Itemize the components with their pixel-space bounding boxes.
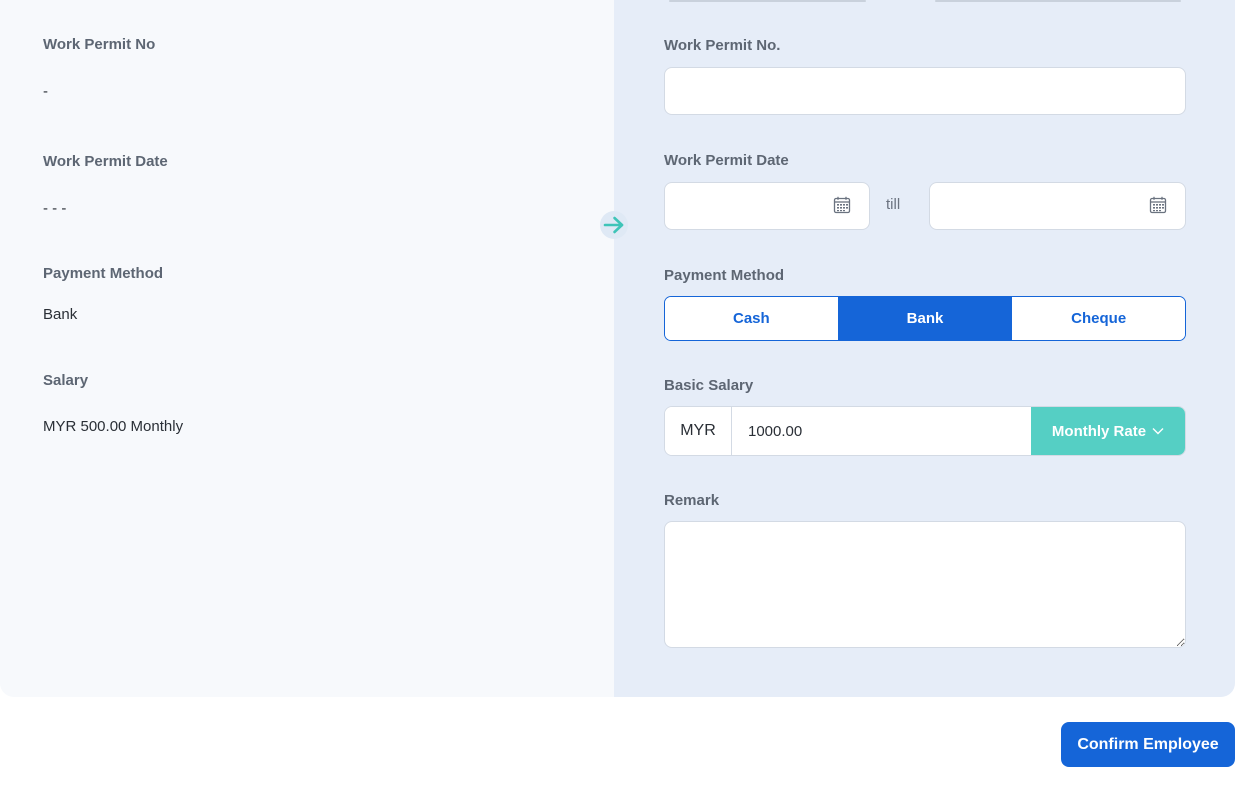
current-details-pane: Work Permit No - Work Permit Date - - - … (0, 0, 614, 697)
comparison-card: Work Permit No - Work Permit Date - - - … (0, 0, 1235, 697)
work-permit-no-input[interactable] (664, 67, 1186, 115)
payment-method-value: Bank (43, 306, 78, 323)
work-permit-date-value: - - - (43, 200, 67, 217)
basic-salary-group: MYR Monthly Rate (664, 406, 1186, 456)
previous-field-edge (935, 0, 1181, 2)
payment-option-bank[interactable]: Bank (838, 297, 1013, 340)
payment-method-field-label: Payment Method (664, 267, 785, 284)
calendar-icon[interactable] (833, 196, 851, 214)
arrow-right-icon (603, 216, 624, 234)
chevron-down-icon (1152, 428, 1164, 435)
work-permit-no-field-label: Work Permit No. (664, 37, 781, 54)
till-label: till (886, 196, 901, 213)
work-permit-date-label: Work Permit Date (43, 153, 168, 170)
basic-salary-input[interactable] (732, 407, 1031, 455)
edit-details-pane: Work Permit No. Work Permit Date till Pa… (614, 0, 1235, 697)
payment-method-selector: Cash Bank Cheque (664, 296, 1186, 341)
previous-field-edge (669, 0, 866, 2)
work-permit-no-value: - (43, 83, 48, 100)
salary-label: Salary (43, 372, 89, 389)
salary-value: MYR 500.00 Monthly (43, 418, 184, 435)
calendar-icon[interactable] (1149, 196, 1167, 214)
work-permit-date-field-label: Work Permit Date (664, 152, 789, 169)
payment-method-label: Payment Method (43, 265, 164, 282)
work-permit-no-label: Work Permit No (43, 36, 156, 53)
arrow-indicator (600, 211, 628, 239)
currency-label: MYR (665, 407, 732, 455)
confirm-employee-button[interactable]: Confirm Employee (1061, 722, 1235, 767)
basic-salary-field-label: Basic Salary (664, 377, 754, 394)
payment-option-cheque[interactable]: Cheque (1012, 297, 1185, 340)
remark-field-label: Remark (664, 492, 720, 509)
rate-dropdown-button[interactable]: Monthly Rate (1031, 407, 1185, 455)
rate-dropdown-label: Monthly Rate (1051, 422, 1147, 440)
payment-option-cash[interactable]: Cash (665, 297, 839, 340)
work-permit-date-to-input[interactable] (929, 182, 1186, 230)
remark-textarea[interactable] (664, 521, 1186, 648)
